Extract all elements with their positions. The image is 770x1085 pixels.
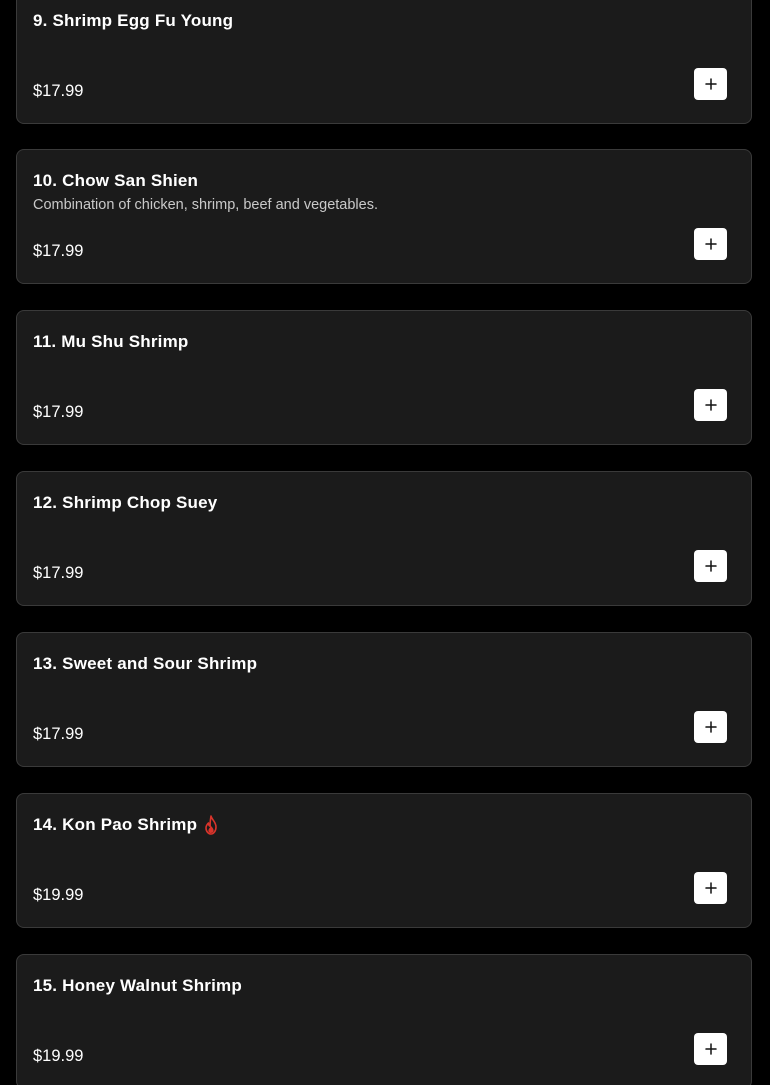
menu-item-card[interactable]: 9. Shrimp Egg Fu Young $17.99 — [16, 0, 752, 124]
menu-item-card[interactable]: 12. Shrimp Chop Suey $17.99 — [16, 471, 752, 606]
add-to-cart-button[interactable] — [694, 68, 727, 100]
item-title-text: 15. Honey Walnut Shrimp — [33, 976, 242, 995]
plus-icon — [704, 882, 717, 894]
item-price: $17.99 — [33, 403, 84, 421]
plus-icon — [704, 238, 717, 250]
item-title-text: 14. Kon Pao Shrimp — [33, 815, 198, 834]
add-to-cart-button[interactable] — [694, 550, 727, 582]
menu-item-card[interactable]: 10. Chow San Shien Combination of chicke… — [16, 149, 752, 284]
item-title: 12. Shrimp Chop Suey — [33, 492, 217, 514]
item-title-text: 12. Shrimp Chop Suey — [33, 493, 218, 512]
add-to-cart-button[interactable] — [694, 872, 727, 904]
item-title-text: 10. Chow San Shien — [33, 171, 199, 190]
menu-item-card[interactable]: 14. Kon Pao Shrimp $19.99 — [16, 793, 752, 928]
plus-icon — [704, 560, 717, 572]
add-to-cart-button[interactable] — [694, 711, 727, 743]
menu-item-card[interactable]: 15. Honey Walnut Shrimp $19.99 — [16, 954, 752, 1085]
item-description: Combination of chicken, shrimp, beef and… — [33, 197, 378, 213]
add-to-cart-button[interactable] — [694, 1033, 727, 1065]
item-price: $17.99 — [33, 725, 84, 743]
item-title-text: 13. Sweet and Sour Shrimp — [33, 654, 258, 673]
plus-icon — [704, 78, 717, 90]
plus-icon — [704, 721, 717, 733]
item-price: $19.99 — [33, 886, 84, 904]
item-title: 11. Mu Shu Shrimp — [33, 331, 188, 353]
item-title-text: 9. Shrimp Egg Fu Young — [33, 11, 234, 30]
item-price: $17.99 — [33, 242, 84, 260]
add-to-cart-button[interactable] — [694, 228, 727, 260]
menu-item-list: 9. Shrimp Egg Fu Young $17.99 10. Chow S… — [0, 0, 770, 1085]
plus-icon — [704, 399, 717, 411]
item-title-text: 11. Mu Shu Shrimp — [33, 332, 189, 351]
item-title: 14. Kon Pao Shrimp — [33, 814, 219, 836]
flame-icon — [205, 815, 217, 835]
item-price: $17.99 — [33, 82, 84, 100]
plus-icon — [704, 1043, 717, 1055]
add-to-cart-button[interactable] — [694, 389, 727, 421]
menu-item-card[interactable]: 11. Mu Shu Shrimp $17.99 — [16, 310, 752, 445]
item-title: 10. Chow San Shien — [33, 170, 198, 192]
item-price: $17.99 — [33, 564, 84, 582]
item-title: 13. Sweet and Sour Shrimp — [33, 653, 257, 675]
menu-item-card[interactable]: 13. Sweet and Sour Shrimp $17.99 — [16, 632, 752, 767]
item-title: 15. Honey Walnut Shrimp — [33, 975, 242, 997]
item-price: $19.99 — [33, 1047, 84, 1065]
item-title: 9. Shrimp Egg Fu Young — [33, 10, 233, 32]
